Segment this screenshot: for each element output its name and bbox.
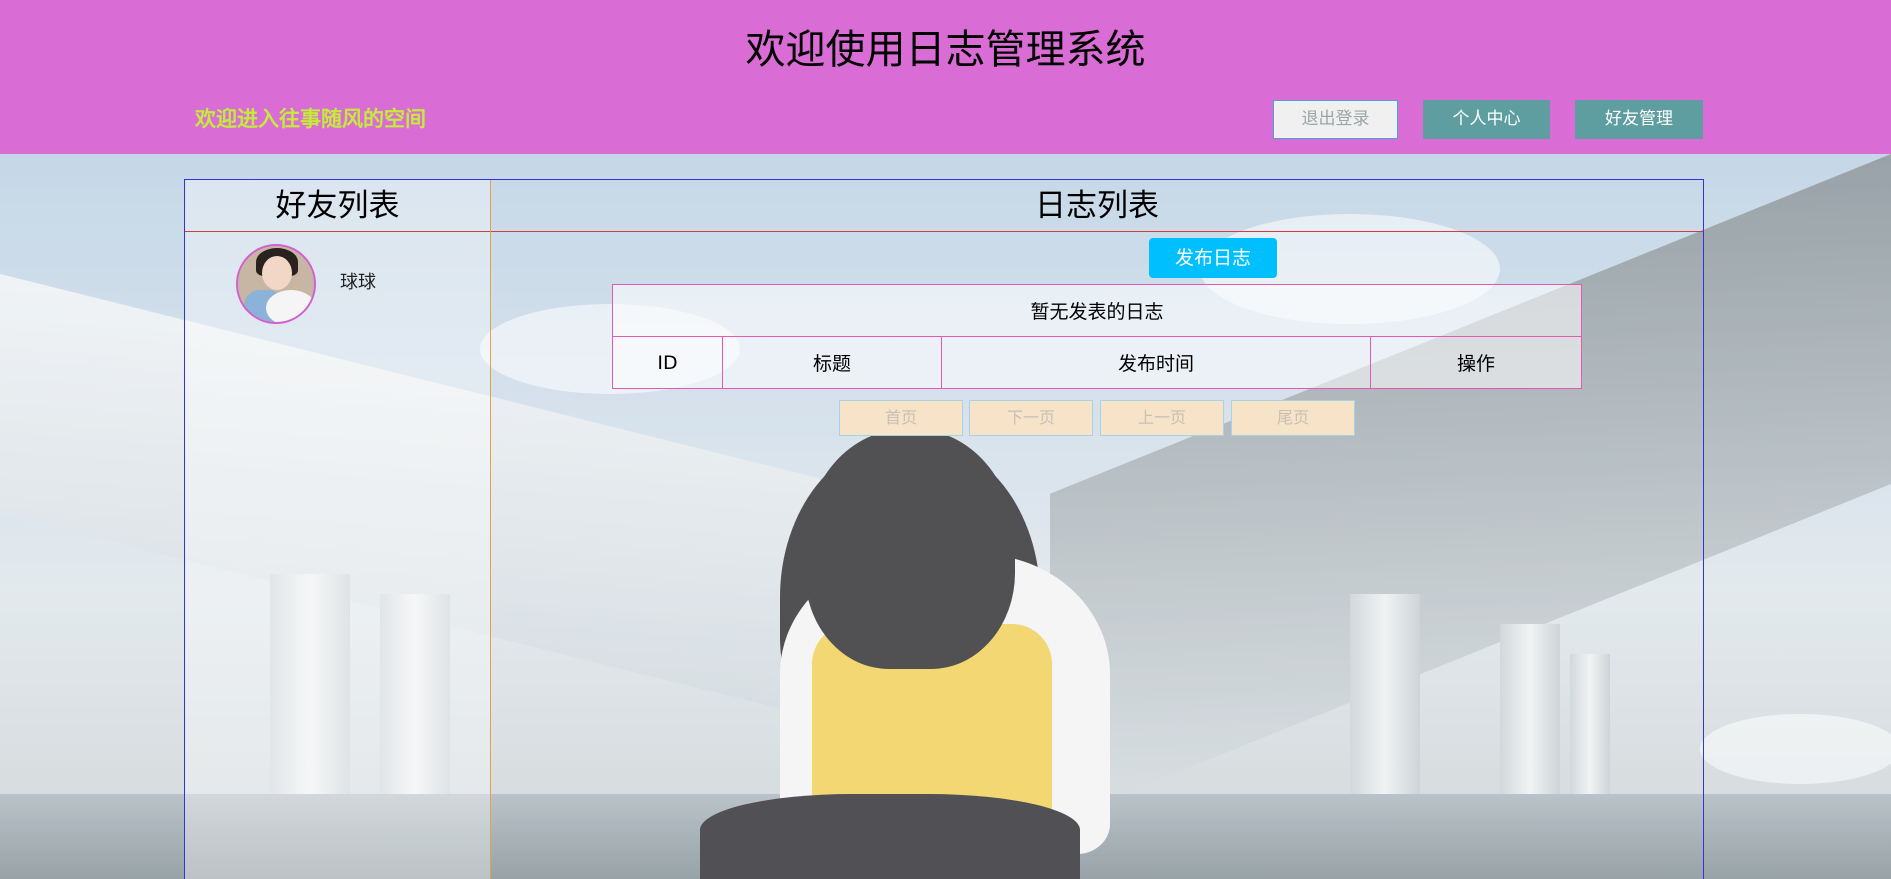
prev-page-button[interactable]: 上一页 xyxy=(1100,400,1224,436)
column-header-actions: 操作 xyxy=(1370,336,1582,389)
first-page-button[interactable]: 首页 xyxy=(839,400,963,436)
next-page-button[interactable]: 下一页 xyxy=(969,400,1093,436)
empty-row: 暂无发表的日志 xyxy=(612,284,1582,337)
diary-table: 暂无发表的日志 ID 标题 发布时间 操作 xyxy=(612,284,1582,389)
diary-panel-title: 日志列表 xyxy=(491,180,1703,232)
friend-list-item[interactable]: 球球 xyxy=(236,244,436,324)
column-header-title: 标题 xyxy=(722,336,942,389)
empty-message: 暂无发表的日志 xyxy=(612,284,1582,337)
publish-diary-button[interactable]: 发布日志 xyxy=(1149,238,1277,278)
friend-avatar[interactable] xyxy=(236,244,316,324)
friend-management-button[interactable]: 好友管理 xyxy=(1575,100,1703,139)
column-header-publish-time: 发布时间 xyxy=(941,336,1371,389)
friend-name[interactable]: 球球 xyxy=(340,270,376,296)
top-header: 欢迎使用日志管理系统 欢迎进入往事随风的空间 退出登录 个人中心 好友管理 xyxy=(0,0,1891,154)
site-title: 欢迎使用日志管理系统 xyxy=(745,27,1146,73)
logout-button[interactable]: 退出登录 xyxy=(1273,100,1398,139)
page: 欢迎使用日志管理系统 欢迎进入往事随风的空间 退出登录 个人中心 好友管理 好友… xyxy=(0,0,1891,879)
last-page-button[interactable]: 尾页 xyxy=(1231,400,1355,436)
friends-panel: 好友列表 球球 xyxy=(185,180,491,879)
column-header-id: ID xyxy=(612,336,723,389)
welcome-text: 欢迎进入往事随风的空间 xyxy=(195,107,426,131)
friends-panel-title: 好友列表 xyxy=(185,180,490,232)
profile-button[interactable]: 个人中心 xyxy=(1423,100,1550,139)
table-header-row: ID 标题 发布时间 操作 xyxy=(612,336,1582,389)
